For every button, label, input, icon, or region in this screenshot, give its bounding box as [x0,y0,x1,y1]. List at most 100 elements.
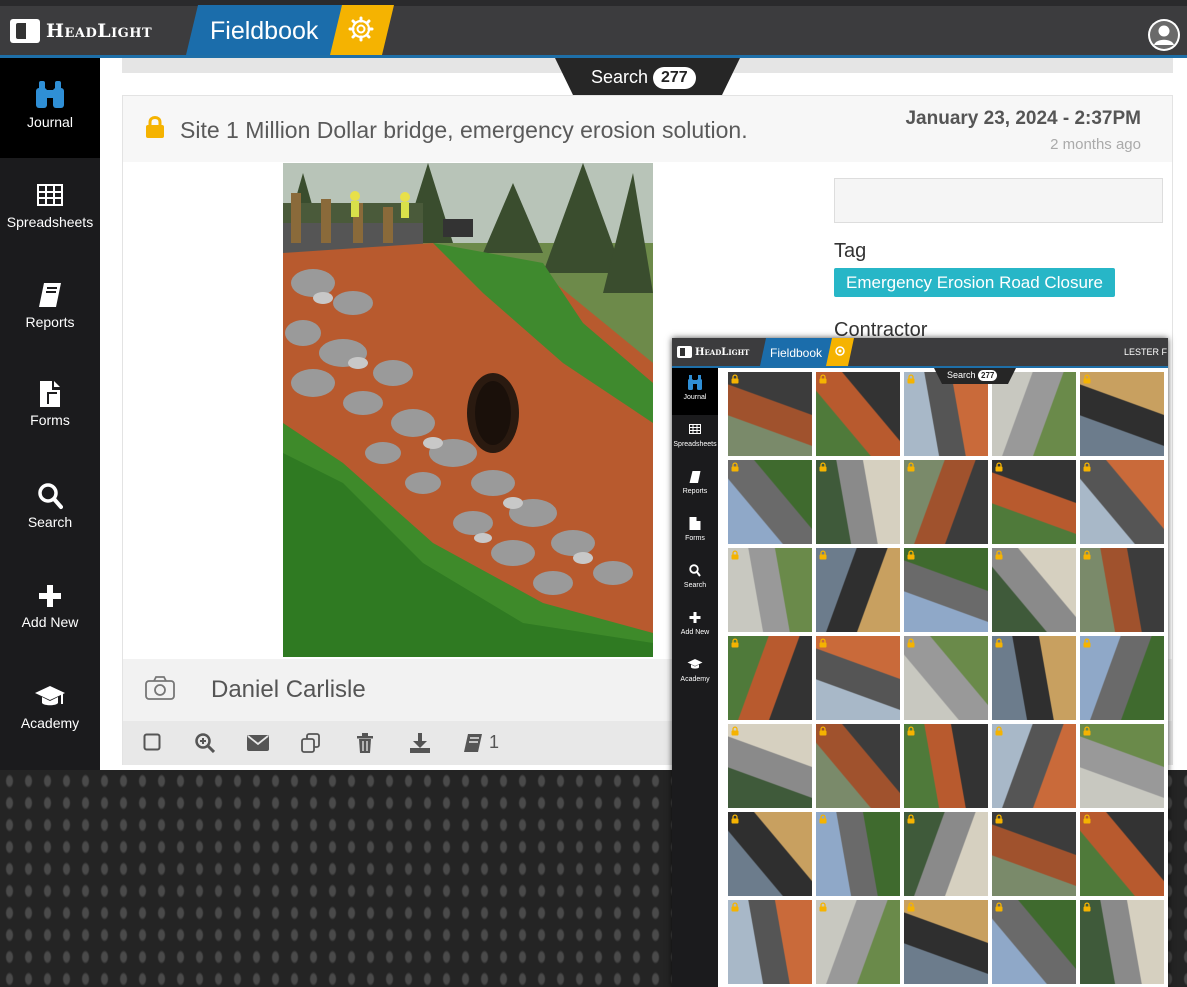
photo-thumbnail[interactable] [816,460,900,544]
photo-thumbnail[interactable] [816,548,900,632]
camera-icon [145,676,175,700]
sidebar-item-label: Reports [25,314,75,330]
sidebar-item-label: Forms [30,412,70,428]
lock-icon [731,726,739,736]
sidebar-item-academy[interactable]: Academy [0,658,100,758]
inset-logo-mark-icon [677,346,692,358]
email-icon[interactable] [247,735,269,751]
photo-thumbnail[interactable] [728,548,812,632]
lock-icon [731,638,739,648]
photo-thumbnail[interactable] [816,636,900,720]
photo-thumbnail[interactable] [1080,548,1164,632]
download-icon[interactable] [410,733,430,753]
photo-thumbnail[interactable] [1080,372,1164,456]
entry-date: January 23, 2024 - 2:37PM [905,108,1141,129]
inset-logo: HeadLight [677,346,749,358]
sidebar-item-label: Add New [21,614,79,630]
photo-thumbnail[interactable] [1080,812,1164,896]
headlight-logo[interactable]: HeadLight [10,19,152,43]
lock-icon [819,374,827,384]
inset-sidebar-item-forms: Forms [672,509,718,556]
sidebar-item-label: Journal [27,114,73,130]
photo-thumbnail[interactable] [992,460,1076,544]
inset-top-bar: HeadLight Fieldbook LESTER F [672,338,1168,368]
lock-icon [819,814,827,824]
inset-sidebar-label: Journal [683,394,707,401]
lock-icon [907,814,915,824]
inset-app-name: Fieldbook [770,346,823,360]
lock-icon [907,462,915,472]
lock-icon [146,116,164,138]
checkbox-icon[interactable] [143,733,161,751]
photo-thumbnail[interactable] [904,724,988,808]
photo-thumbnail[interactable] [728,900,812,984]
photo-thumbnail[interactable] [816,372,900,456]
photo-thumbnail[interactable] [728,460,812,544]
inset-logo-text: HeadLight [695,346,750,358]
graduation-cap-icon [35,686,65,706]
photo-thumbnail[interactable] [728,636,812,720]
photo-thumbnail[interactable] [728,372,812,456]
sidebar-item-search[interactable]: Search [0,458,100,558]
photo-thumbnail[interactable] [816,812,900,896]
tag-chip[interactable]: Emergency Erosion Road Closure [834,268,1116,297]
author-name: Daniel Carlisle [211,676,366,703]
lock-icon [1083,374,1091,384]
entry-photo[interactable] [283,163,653,657]
inset-sidebar-item-reports: Reports [672,462,718,509]
lock-icon [819,726,827,736]
sidebar-item-label: Academy [20,715,80,731]
photo-thumbnail[interactable] [992,900,1076,984]
lock-icon [995,902,1003,912]
sidebar-item-spreadsheets[interactable]: Spreadsheets [0,158,100,258]
photo-thumbnail[interactable] [1080,724,1164,808]
sidebar-item-reports[interactable]: Reports [0,258,100,358]
photo-thumbnail[interactable] [1080,636,1164,720]
grid-icon [37,184,63,206]
lock-icon [731,374,739,384]
trash-icon[interactable] [357,733,373,753]
photo-thumbnail[interactable] [816,900,900,984]
sidebar-item-label: Search [27,514,73,530]
inset-search-tab: Search 277 [934,368,1016,384]
sidebar-item-journal[interactable]: Journal [0,58,100,158]
photo-thumbnail[interactable] [992,636,1076,720]
photo-thumbnail[interactable] [904,548,988,632]
zoom-in-icon[interactable] [195,733,215,753]
sidebar-item-add-new[interactable]: Add New [0,558,100,658]
photo-thumbnail[interactable] [816,724,900,808]
photo-thumbnail[interactable] [904,812,988,896]
copy-icon[interactable] [301,733,321,753]
photo-thumbnail[interactable] [904,900,988,984]
photo-thumbnail[interactable] [904,372,988,456]
lock-icon [1083,814,1091,824]
sidebar-item-forms[interactable]: Forms [0,358,100,458]
entry-title: Site 1 Million Dollar bridge, emergency … [180,117,748,143]
photo-thumbnail[interactable] [1080,460,1164,544]
photo-thumbnail[interactable] [728,724,812,808]
inset-sidebar-item-search: Search [672,556,718,603]
photo-thumbnail[interactable] [1080,900,1164,984]
lock-icon [731,462,739,472]
photo-thumbnail[interactable] [992,548,1076,632]
photo-thumbnail[interactable] [728,812,812,896]
user-avatar-icon[interactable] [1147,18,1181,52]
photo-thumbnail[interactable] [992,372,1076,456]
entry-notes-field[interactable] [834,178,1163,223]
sidebar: Journal Spreadsheets Reports Forms Searc… [0,58,100,770]
lock-icon [819,462,827,472]
photo-thumbnail[interactable] [904,460,988,544]
inset-sidebar-item-add-new: Add New [672,603,718,650]
photo-thumbnail[interactable] [904,636,988,720]
inset-user-name: LESTER F [1124,347,1168,357]
search-tab[interactable]: Search 277 [555,58,740,95]
photo-thumbnail[interactable] [992,724,1076,808]
inset-forms-icon [689,517,701,530]
logo-text: HeadLight [46,20,153,42]
inset-app-tab: Fieldbook [760,338,834,366]
lock-icon [907,550,915,560]
lock-icon [819,902,827,912]
app-tab-fieldbook[interactable]: Fieldbook [186,5,352,55]
photo-thumbnail[interactable] [992,812,1076,896]
report-book-icon[interactable] [463,733,483,753]
